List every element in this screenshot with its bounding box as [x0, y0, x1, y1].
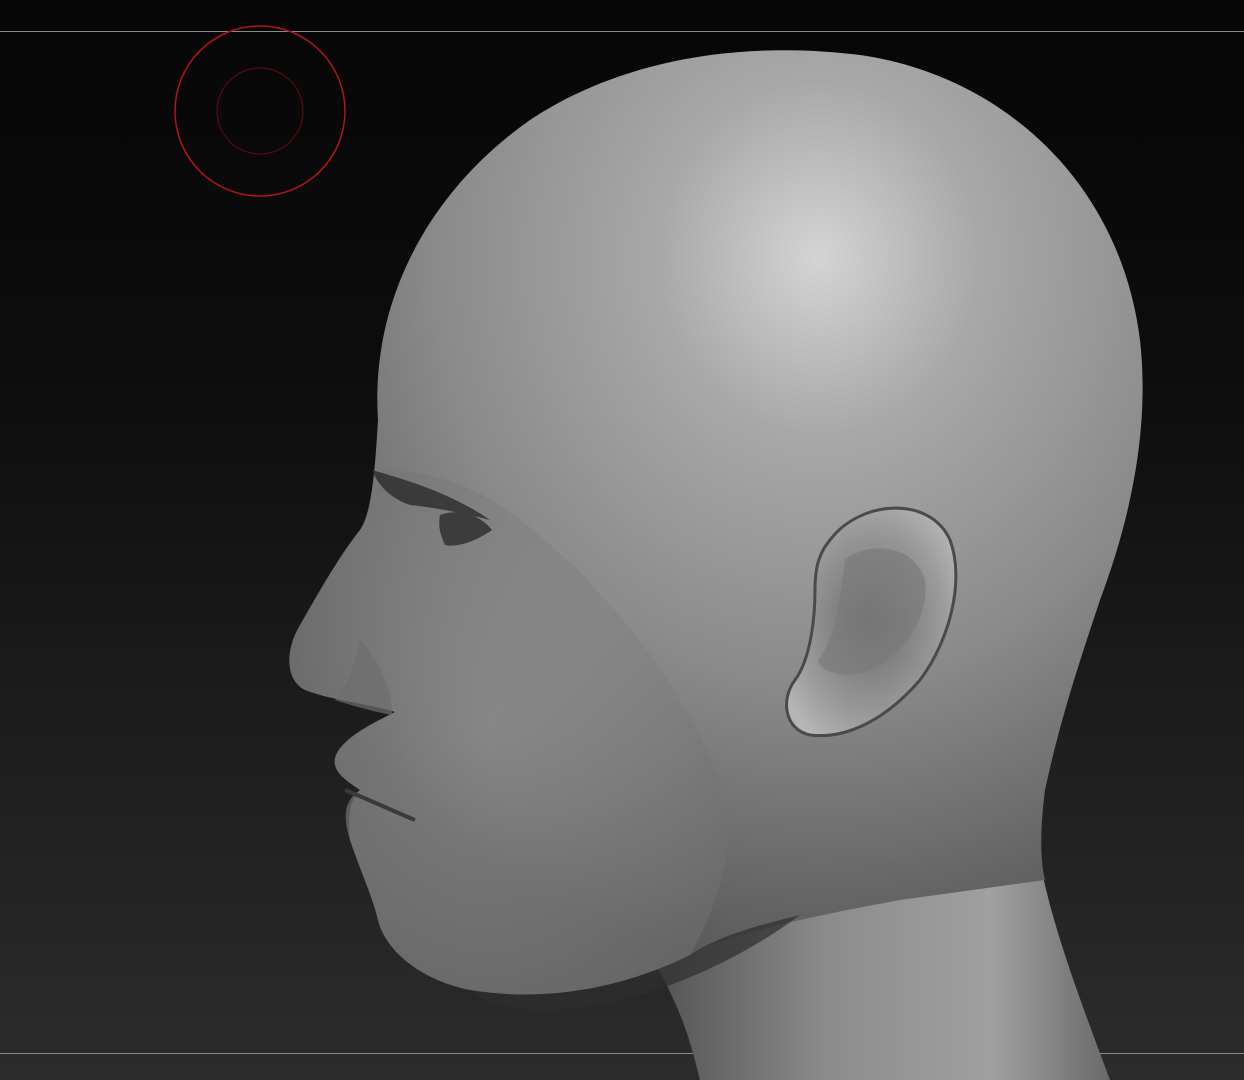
sculpt-viewport[interactable]	[0, 0, 1244, 1080]
sculpted-head-model[interactable]	[0, 0, 1244, 1080]
